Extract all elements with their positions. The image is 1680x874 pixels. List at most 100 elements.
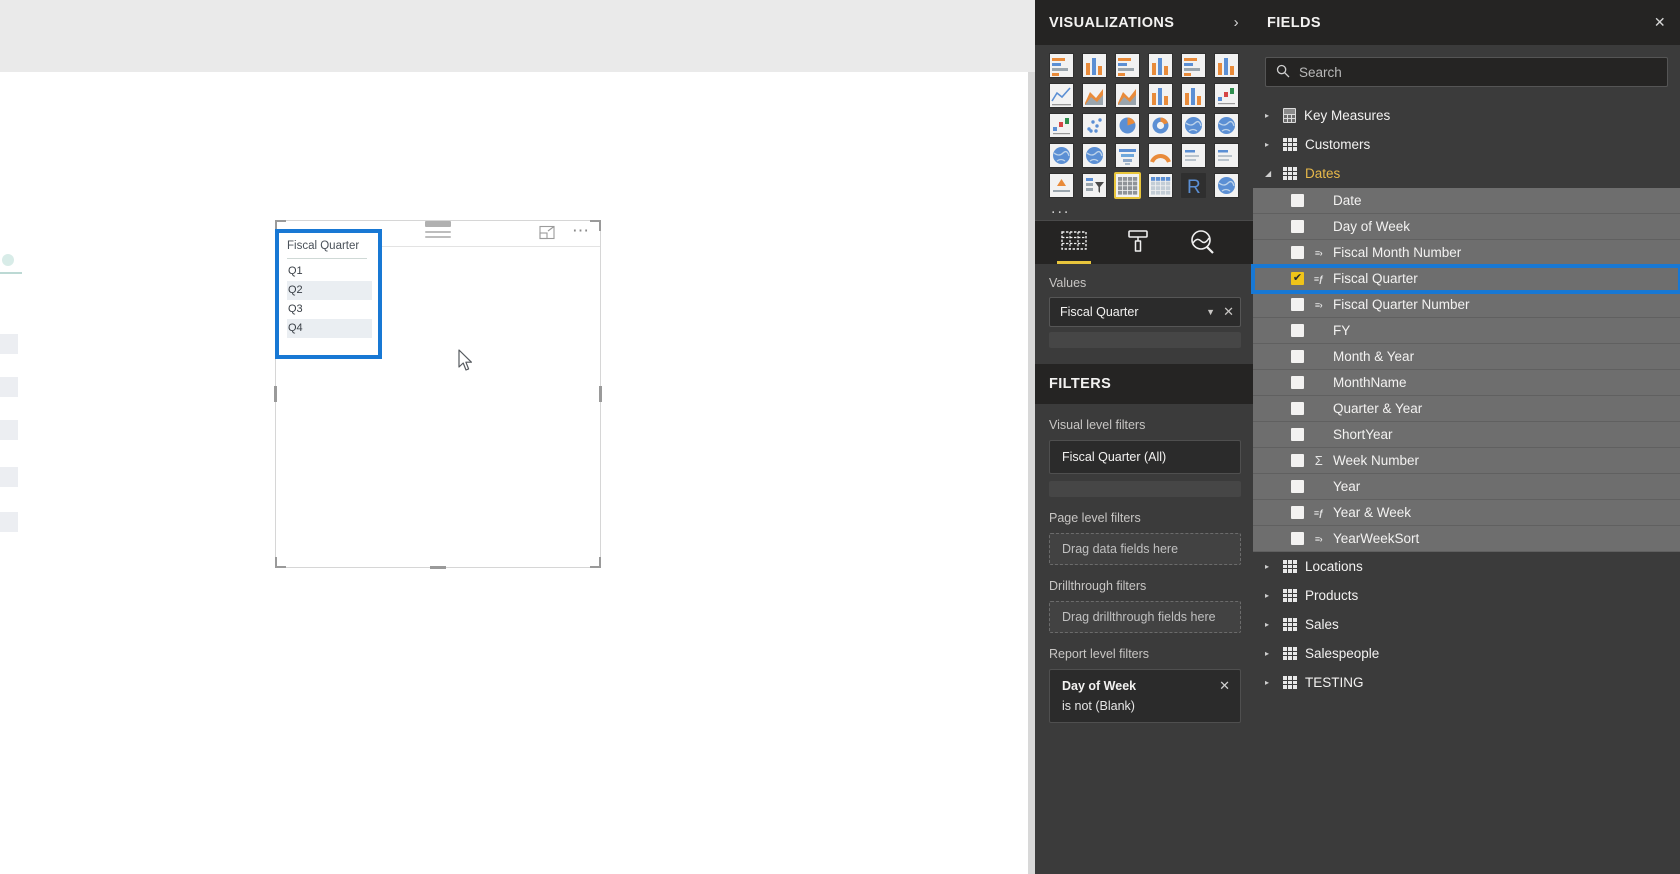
stacked-column-chart-icon[interactable]	[1082, 53, 1107, 78]
chevron-right-icon[interactable]: ▸	[1265, 678, 1275, 687]
report-level-filter-card[interactable]: Day of Week ✕ is not (Blank)	[1049, 669, 1241, 723]
fields-table-testing[interactable]: ▸ TESTING	[1253, 668, 1680, 697]
checkbox-checked-icon[interactable]: ✔	[1291, 272, 1304, 285]
line-chart-icon[interactable]	[1049, 83, 1074, 108]
clustered-bar-chart-icon[interactable]	[1115, 53, 1140, 78]
gauge-chart-icon[interactable]	[1148, 143, 1173, 168]
canvas-scrollbar[interactable]	[1028, 72, 1035, 874]
values-well-chip[interactable]: Fiscal Quarter ▼ ✕	[1049, 297, 1241, 327]
slicer-icon[interactable]	[1082, 173, 1107, 198]
fields-table-dates[interactable]: ◢ Dates	[1253, 159, 1680, 188]
fields-tree[interactable]: ▸ Key Measures ▸ Customers ◢ Dates Date Day of …	[1251, 101, 1680, 697]
checkbox-icon[interactable]	[1291, 454, 1304, 467]
tab-analytics[interactable]	[1185, 226, 1219, 260]
more-visuals-button[interactable]: ...	[1035, 198, 1253, 220]
checkbox-icon[interactable]	[1291, 246, 1304, 259]
fields-table-locations[interactable]: ▸ Locations	[1253, 552, 1680, 581]
resize-handle-bottom-left[interactable]	[275, 557, 286, 568]
line-and-clustered-column-icon[interactable]	[1181, 83, 1206, 108]
chevron-right-icon[interactable]: ▸	[1265, 140, 1275, 149]
shape-map-icon[interactable]	[1082, 143, 1107, 168]
field-row-day-of-week[interactable]: Day of Week	[1253, 214, 1680, 240]
checkbox-icon[interactable]	[1291, 480, 1304, 493]
table-icon[interactable]	[1114, 172, 1141, 199]
field-row-date[interactable]: Date	[1253, 188, 1680, 214]
chevron-down-icon[interactable]: ◢	[1265, 169, 1275, 178]
field-row-fiscal-month-number[interactable]: ≡› Fiscal Month Number	[1253, 240, 1680, 266]
chevron-right-icon[interactable]: ▸	[1265, 649, 1275, 658]
chevron-down-icon[interactable]: ▼	[1206, 307, 1215, 317]
waterfall-chart-icon[interactable]	[1049, 113, 1074, 138]
filled-map-icon[interactable]	[1049, 143, 1074, 168]
more-options-icon[interactable]: ⋯	[572, 222, 590, 239]
checkbox-icon[interactable]	[1291, 506, 1304, 519]
chevron-right-icon[interactable]: ▸	[1265, 562, 1275, 571]
field-row-quarter-year[interactable]: Quarter & Year	[1253, 396, 1680, 422]
field-row-monthname[interactable]: MonthName	[1253, 370, 1680, 396]
fields-table-products[interactable]: ▸ Products	[1253, 581, 1680, 610]
field-row-fiscal-quarter[interactable]: ✔ ≡ƒ Fiscal Quarter	[1251, 264, 1680, 294]
visual-level-filter-dropzone[interactable]	[1049, 481, 1241, 497]
card-icon[interactable]	[1181, 143, 1206, 168]
chevron-right-icon[interactable]: ▸	[1265, 111, 1275, 120]
table-row[interactable]: Q3	[287, 300, 372, 319]
visualization-property-tabs[interactable]	[1035, 220, 1253, 264]
fields-table-key-measures[interactable]: ▸ Key Measures	[1253, 101, 1680, 130]
kpi-icon[interactable]	[1049, 173, 1074, 198]
close-icon[interactable]: ✕	[1219, 678, 1230, 694]
tab-format[interactable]	[1121, 226, 1155, 260]
chevron-right-icon[interactable]: ▸	[1265, 591, 1275, 600]
fields-table-salespeople[interactable]: ▸ Salespeople	[1253, 639, 1680, 668]
checkbox-icon[interactable]	[1291, 376, 1304, 389]
pie-chart-icon[interactable]	[1115, 113, 1140, 138]
area-chart-icon[interactable]	[1082, 83, 1107, 108]
field-row-week-number[interactable]: Σ Week Number	[1253, 448, 1680, 474]
resize-handle-top-right[interactable]	[590, 220, 601, 231]
checkbox-icon[interactable]	[1291, 194, 1304, 207]
donut-chart-icon[interactable]	[1148, 113, 1173, 138]
drag-handle-lines-icon[interactable]	[425, 231, 451, 241]
chevron-right-icon[interactable]: ›	[1234, 14, 1239, 31]
resize-handle-bottom-right[interactable]	[590, 557, 601, 568]
visualization-type-grid[interactable]: R	[1035, 45, 1253, 199]
fields-table-sales[interactable]: ▸ Sales	[1253, 610, 1680, 639]
resize-handle-right[interactable]	[599, 386, 602, 402]
table-row[interactable]: Q1	[287, 262, 372, 281]
report-canvas[interactable]: ⋯ Fiscal Quarter Q1 Q2 Q3 Q4	[0, 72, 1028, 874]
multi-row-card-icon[interactable]	[1214, 143, 1239, 168]
chevron-right-icon[interactable]: ▸	[1265, 620, 1275, 629]
visual-level-filter-card[interactable]: Fiscal Quarter (All)	[1049, 440, 1241, 474]
close-icon[interactable]: ✕	[1223, 304, 1234, 320]
fiscal-quarter-table-visual[interactable]: Fiscal Quarter Q1 Q2 Q3 Q4	[275, 229, 382, 359]
globe-map-icon[interactable]	[1214, 173, 1239, 198]
hundred-percent-stacked-bar-icon[interactable]	[1181, 53, 1206, 78]
stacked-bar-chart-icon[interactable]	[1049, 53, 1074, 78]
drillthrough-filter-dropzone[interactable]: Drag drillthrough fields here	[1049, 601, 1241, 633]
field-row-year-week[interactable]: ≡ƒ Year & Week	[1253, 500, 1680, 526]
focus-mode-icon[interactable]	[539, 225, 556, 240]
close-icon[interactable]: ✕	[1654, 14, 1666, 31]
values-well-dropzone[interactable]	[1049, 332, 1241, 348]
field-row-yearweeksort[interactable]: ≡› YearWeekSort	[1253, 526, 1680, 552]
field-row-fiscal-quarter-number[interactable]: ≡› Fiscal Quarter Number	[1253, 292, 1680, 318]
resize-handle-bottom[interactable]	[430, 566, 446, 569]
table-row[interactable]: Q4	[287, 319, 372, 338]
matrix-icon[interactable]	[1148, 173, 1173, 198]
hundred-percent-stacked-column-icon[interactable]	[1214, 53, 1239, 78]
tab-fields[interactable]	[1057, 226, 1091, 264]
checkbox-icon[interactable]	[1291, 532, 1304, 545]
field-row-year[interactable]: Year	[1253, 474, 1680, 500]
page-level-filter-dropzone[interactable]: Drag data fields here	[1049, 533, 1241, 565]
r-script-visual-icon[interactable]: R	[1181, 173, 1206, 198]
checkbox-icon[interactable]	[1291, 428, 1304, 441]
clustered-column-chart-icon[interactable]	[1148, 53, 1173, 78]
stacked-area-chart-icon[interactable]	[1115, 83, 1140, 108]
map-icon[interactable]	[1214, 113, 1239, 138]
field-row-shortyear[interactable]: ShortYear	[1253, 422, 1680, 448]
checkbox-icon[interactable]	[1291, 402, 1304, 415]
checkbox-icon[interactable]	[1291, 324, 1304, 337]
drag-handle-icon[interactable]	[425, 221, 451, 227]
resize-handle-left[interactable]	[274, 386, 277, 402]
search-input[interactable]: Search	[1265, 57, 1668, 87]
funnel-chart-icon[interactable]	[1115, 143, 1140, 168]
